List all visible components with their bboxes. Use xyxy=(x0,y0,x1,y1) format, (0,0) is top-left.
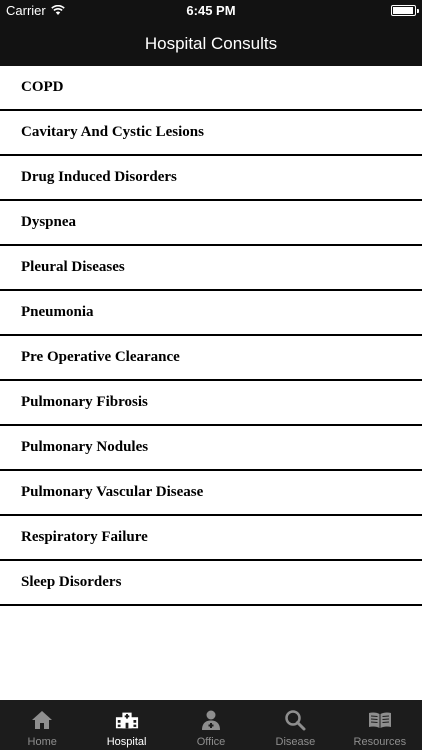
list-item-dyspnea[interactable]: Dyspnea xyxy=(0,201,422,246)
list-item-pleural-diseases[interactable]: Pleural Diseases xyxy=(0,246,422,291)
list-item-pulmonary-vascular-disease[interactable]: Pulmonary Vascular Disease xyxy=(0,471,422,516)
list-item-pulmonary-fibrosis[interactable]: Pulmonary Fibrosis xyxy=(0,381,422,426)
tab-resources[interactable]: Resources xyxy=(338,700,422,750)
tab-bar: Home Hospital Office Disease Resources xyxy=(0,700,422,750)
tab-office[interactable]: Office xyxy=(169,700,253,750)
tab-label-resources: Resources xyxy=(353,736,407,748)
search-icon xyxy=(283,708,307,732)
list-item-respiratory-failure[interactable]: Respiratory Failure xyxy=(0,516,422,561)
list-item-copd[interactable]: COPD xyxy=(0,66,422,111)
page-title: Hospital Consults xyxy=(144,34,278,53)
list-item-pneumonia[interactable]: Pneumonia xyxy=(0,291,422,336)
list-item-cavitary-cystic-lesions[interactable]: Cavitary And Cystic Lesions xyxy=(0,111,422,156)
tab-label-home: Home xyxy=(27,736,57,748)
navigation-bar: Hospital Consults xyxy=(0,22,422,66)
list-item-pulmonary-nodules[interactable]: Pulmonary Nodules xyxy=(0,426,422,471)
home-icon xyxy=(30,708,54,732)
status-bar: Carrier 6:45 PM xyxy=(0,0,422,22)
tab-hospital[interactable]: Hospital xyxy=(84,700,168,750)
tab-disease[interactable]: Disease xyxy=(253,700,337,750)
clock: 6:45 PM xyxy=(186,3,236,18)
list-item-drug-induced-disorders[interactable]: Drug Induced Disorders xyxy=(0,156,422,201)
list-item-pre-operative-clearance[interactable]: Pre Operative Clearance xyxy=(0,336,422,381)
tab-home[interactable]: Home xyxy=(0,700,84,750)
battery-icon xyxy=(391,5,419,16)
consult-list: COPD Cavitary And Cystic Lesions Drug In… xyxy=(0,66,422,606)
tab-label-office: Office xyxy=(196,736,226,748)
doctor-icon xyxy=(199,708,223,732)
hospital-icon xyxy=(115,708,139,732)
tab-label-disease: Disease xyxy=(275,736,316,748)
tab-label-hospital: Hospital xyxy=(106,736,147,748)
book-icon xyxy=(368,708,392,732)
list-item-sleep-disorders[interactable]: Sleep Disorders xyxy=(0,561,422,606)
